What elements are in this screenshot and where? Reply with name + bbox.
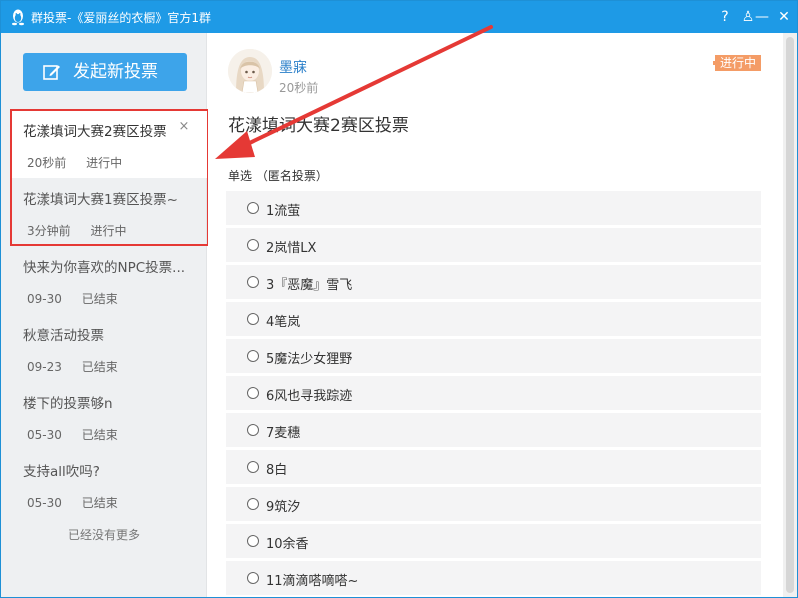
radio-icon[interactable]	[247, 239, 259, 251]
vote-item-time: 05-30	[27, 428, 62, 442]
radio-icon[interactable]	[247, 572, 259, 584]
vote-item-meta: 20秒前 进行中	[23, 154, 195, 171]
vote-option-label: 8白	[266, 463, 288, 478]
vote-option-label: 1流萤	[266, 204, 301, 219]
radio-icon[interactable]	[247, 202, 259, 214]
vote-list: 花漾填词大赛2赛区投票 20秒前 进行中 × 花漾填词大赛1赛区投票~ 3分钟前…	[11, 110, 207, 518]
vote-item-time: 09-23	[27, 360, 62, 374]
vote-option-label: 11滴滴嗒嘀嗒~	[266, 574, 359, 589]
vote-item-meta: 09-30 已结束	[23, 290, 195, 307]
vote-title: 花漾填词大赛2赛区投票	[228, 116, 409, 136]
radio-icon[interactable]	[247, 424, 259, 436]
qq-penguin-icon	[12, 9, 24, 26]
title-bar[interactable]: 群投票-《爱丽丝的衣橱》官方1群 ? ♙ — ✕	[1, 1, 797, 33]
vote-item[interactable]: 花漾填词大赛2赛区投票 20秒前 进行中 ×	[11, 110, 207, 178]
vote-item-status: 进行中	[86, 156, 123, 170]
vote-option[interactable]: 9筑汐	[226, 487, 761, 521]
vote-option-label: 2岚惜LX	[266, 241, 317, 256]
vote-option-label: 6风也寻我踪迹	[266, 389, 353, 404]
vote-window: 群投票-《爱丽丝的衣橱》官方1群 ? ♙ — ✕ 发起新投票 花漾填词大赛2赛区…	[0, 0, 798, 598]
vote-option[interactable]: 8白	[226, 450, 761, 484]
vote-item[interactable]: 楼下的投票够n 05-30 已结束	[11, 382, 207, 450]
vote-option[interactable]: 6风也寻我踪迹	[226, 376, 761, 410]
vote-option[interactable]: 4笔岚	[226, 302, 761, 336]
vote-option[interactable]: 7麦穗	[226, 413, 761, 447]
vote-item-status: 已结束	[81, 428, 118, 442]
vote-item[interactable]: 秋意活动投票 09-23 已结束	[11, 314, 207, 382]
vote-item-time: 09-30	[27, 292, 62, 306]
new-vote-button[interactable]: 发起新投票	[23, 53, 187, 91]
vote-item-title: 支持all吹吗?	[23, 464, 100, 480]
vote-option[interactable]: 2岚惜LX	[226, 228, 761, 262]
vote-option[interactable]: 11滴滴嗒嘀嗒~	[226, 561, 761, 595]
vote-option[interactable]: 3『恶魔』雪飞	[226, 265, 761, 299]
minimize-button[interactable]: —	[752, 7, 772, 27]
vote-item-meta: 05-30 已结束	[23, 494, 195, 511]
vote-item-title: 楼下的投票够n	[23, 396, 113, 412]
vote-option-label: 10余香	[266, 537, 309, 552]
vote-item-title: 秋意活动投票	[23, 328, 104, 344]
vote-item-title: 花漾填词大赛1赛区投票~	[23, 192, 178, 208]
help-icon[interactable]: ?	[715, 7, 735, 27]
no-more-label: 已经没有更多	[67, 528, 140, 542]
author-name[interactable]: 墨寐	[279, 57, 307, 77]
vote-option-label: 7麦穗	[266, 426, 301, 441]
vote-item-time: 05-30	[27, 496, 62, 510]
post-time: 20秒前	[279, 81, 319, 95]
vote-option-label: 4笔岚	[266, 315, 301, 330]
radio-icon[interactable]	[247, 498, 259, 510]
window-title: 群投票-《爱丽丝的衣橱》官方1群	[31, 11, 211, 25]
status-badge: 进行中	[713, 55, 762, 71]
scrollbar-thumb[interactable]	[786, 37, 794, 593]
vote-item-meta: 09-23 已结束	[23, 358, 195, 375]
vote-item-time: 20秒前	[27, 156, 67, 170]
edit-icon	[43, 65, 60, 80]
vote-option-label: 9筑汐	[266, 500, 301, 515]
vote-option-label: 3『恶魔』雪飞	[266, 278, 353, 293]
vote-option-label: 5魔法少女狸野	[266, 352, 353, 367]
vote-item[interactable]: 花漾填词大赛1赛区投票~ 3分钟前 进行中	[11, 178, 207, 246]
vote-option[interactable]: 5魔法少女狸野	[226, 339, 761, 373]
vote-detail: 墨寐 20秒前 进行中 花漾填词大赛2赛区投票 单选 （匿名投票） 1流萤 2岚…	[208, 33, 783, 597]
vote-item-time: 3分钟前	[27, 224, 71, 238]
vote-sidebar: 发起新投票 花漾填词大赛2赛区投票 20秒前 进行中 × 花漾填词大赛1赛区投票…	[1, 33, 207, 597]
avatar[interactable]	[228, 49, 272, 93]
vote-item-status: 已结束	[81, 292, 118, 306]
vote-item-status: 进行中	[90, 224, 127, 238]
vote-item-meta: 05-30 已结束	[23, 426, 195, 443]
new-vote-label: 发起新投票	[73, 62, 158, 82]
close-icon[interactable]: ×	[177, 120, 191, 134]
radio-icon[interactable]	[247, 461, 259, 473]
vote-option[interactable]: 10余香	[226, 524, 761, 558]
radio-icon[interactable]	[247, 535, 259, 547]
vote-item-status: 已结束	[81, 496, 118, 510]
vote-item-status: 已结束	[81, 360, 118, 374]
scrollbar[interactable]	[783, 33, 797, 597]
anime-girl-avatar-icon	[228, 49, 272, 93]
vote-item-title: 快来为你喜欢的NPC投票...	[23, 260, 186, 276]
vote-item-title: 花漾填词大赛2赛区投票	[23, 124, 167, 140]
radio-icon[interactable]	[247, 387, 259, 399]
close-button[interactable]: ✕	[774, 7, 794, 27]
vote-option[interactable]: 1流萤	[226, 191, 761, 225]
radio-icon[interactable]	[247, 313, 259, 325]
vote-options: 1流萤 2岚惜LX 3『恶魔』雪飞 4笔岚 5魔法少女狸野 6风也寻我踪迹 7麦…	[226, 191, 761, 597]
radio-icon[interactable]	[247, 276, 259, 288]
radio-icon[interactable]	[247, 350, 259, 362]
vote-item-meta: 3分钟前 进行中	[23, 222, 195, 239]
vote-type-label: 单选 （匿名投票）	[228, 169, 328, 183]
vote-item[interactable]: 支持all吹吗? 05-30 已结束	[11, 450, 207, 518]
vote-item[interactable]: 快来为你喜欢的NPC投票... 09-30 已结束	[11, 246, 207, 314]
